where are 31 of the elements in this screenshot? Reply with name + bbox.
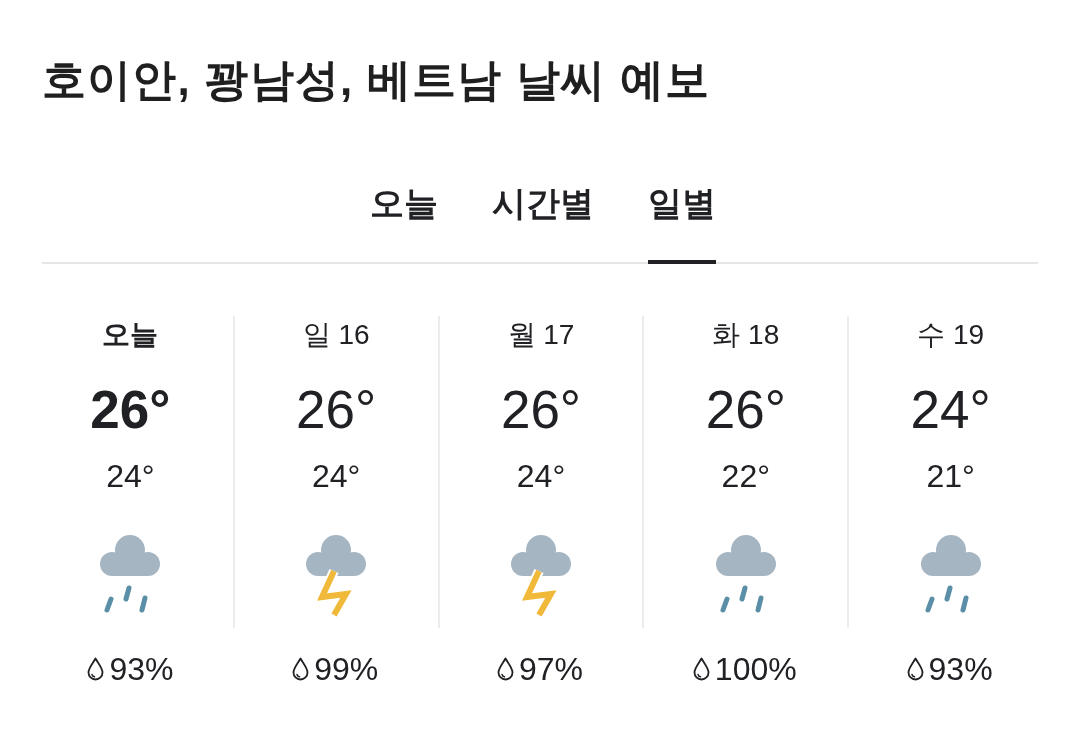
raindrop-icon — [906, 657, 924, 681]
low-temperature: 22° — [721, 458, 770, 494]
precipitation-chance: 93% — [109, 651, 174, 687]
high-temperature: 26° — [296, 381, 377, 439]
cloud-lightning-icon — [509, 533, 573, 617]
high-temperature: 24° — [910, 381, 991, 439]
high-temperature: 26° — [500, 381, 582, 439]
raindrop-icon — [87, 657, 105, 681]
raindrop-icon — [496, 657, 514, 681]
cloud-lightning-icon — [304, 533, 369, 617]
high-temperature: 26° — [705, 381, 786, 439]
precipitation-chance: 99% — [314, 651, 379, 687]
day-label: 일 16 — [302, 318, 370, 352]
raindrop-icon — [292, 657, 310, 681]
day-label: 오늘 — [102, 318, 159, 352]
tab[interactable]: 시간별 — [492, 181, 594, 264]
low-temperature: 24° — [312, 458, 361, 494]
low-temperature: 21° — [926, 458, 975, 494]
precipitation-chance: 97% — [518, 651, 583, 687]
raindrop-icon — [692, 657, 710, 681]
tab[interactable]: 일별 — [648, 181, 716, 264]
low-temperature: 24° — [106, 458, 155, 494]
high-temperature: 26° — [90, 381, 171, 439]
low-temperature: 24° — [516, 458, 566, 494]
precipitation-chance: 100% — [714, 651, 797, 687]
precipitation-chance: 93% — [928, 651, 993, 687]
tab[interactable]: 오늘 — [370, 181, 438, 264]
day-label: 수 19 — [917, 318, 985, 352]
day-label: 화 18 — [712, 318, 780, 352]
page-title: 호이안, 꽝남성, 베트남 날씨 예보 — [42, 54, 711, 106]
day-label: 월 17 — [507, 318, 575, 352]
